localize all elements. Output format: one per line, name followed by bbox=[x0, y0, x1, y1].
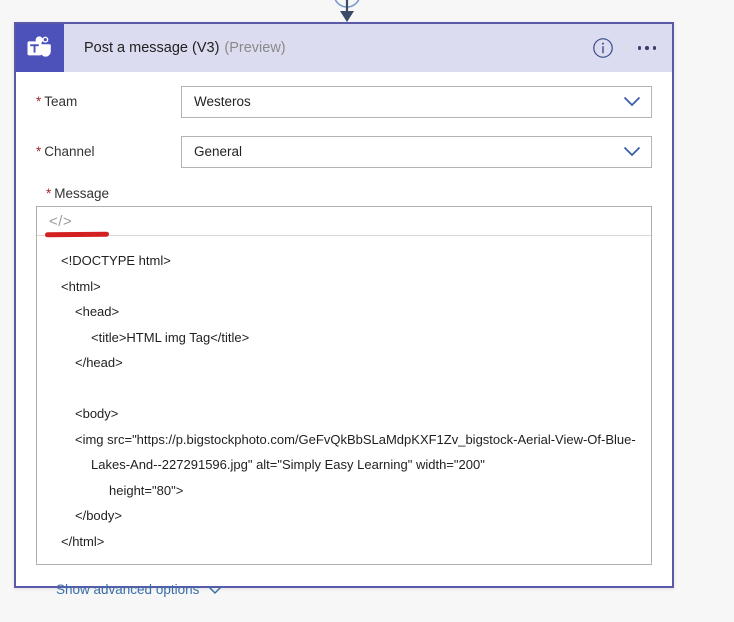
message-section: * Message </> <!DOCTYPE html> <html> <head>… bbox=[16, 186, 672, 565]
code-line: height="80"> bbox=[109, 482, 184, 498]
message-code-area[interactable]: <!DOCTYPE html> <html> <head> <title>HTML i… bbox=[37, 236, 651, 564]
more-options-button[interactable] bbox=[630, 33, 664, 63]
card-body: * Team Westeros * Channel General * Mess… bbox=[16, 81, 672, 599]
header-title-group: Post a message (V3) (Preview) bbox=[64, 40, 588, 56]
code-line: </body> bbox=[75, 508, 122, 523]
code-line: <body> bbox=[75, 406, 119, 421]
team-dropdown[interactable]: Westeros bbox=[181, 85, 652, 118]
editor-toolbar: </> bbox=[37, 207, 651, 236]
chevron-down-icon bbox=[623, 146, 641, 157]
team-field-label: * Team bbox=[36, 94, 181, 109]
chevron-down-icon bbox=[208, 585, 223, 594]
code-line: </head> bbox=[75, 355, 123, 370]
red-underline-mark bbox=[44, 231, 110, 238]
message-editor: </> <!DOCTYPE html> <html> <head> <title>HT… bbox=[36, 206, 652, 565]
card-footer: Show advanced options bbox=[16, 581, 672, 599]
team-selected-value: Westeros bbox=[194, 94, 251, 109]
code-line: <img src="https://p.bigstockphoto.com/Ge… bbox=[75, 431, 636, 473]
code-line: <head> bbox=[75, 304, 120, 319]
show-advanced-options-label: Show advanced options bbox=[56, 582, 200, 597]
code-view-icon[interactable]: </> bbox=[49, 213, 72, 230]
microsoft-teams-icon bbox=[27, 36, 51, 57]
required-marker: * bbox=[46, 186, 52, 201]
code-line: <title>HTML img Tag</title> bbox=[91, 329, 250, 345]
app-icon-tile bbox=[16, 24, 64, 72]
ellipsis-icon bbox=[652, 46, 657, 50]
ellipsis-icon bbox=[645, 46, 649, 50]
channel-field-row: * Channel General bbox=[16, 131, 672, 172]
info-button[interactable] bbox=[588, 33, 618, 63]
show-advanced-options-link[interactable]: Show advanced options bbox=[56, 582, 223, 597]
channel-selected-value: General bbox=[194, 144, 243, 159]
required-marker: * bbox=[36, 144, 42, 159]
code-line: </html> bbox=[61, 533, 105, 549]
team-label-text: Team bbox=[44, 94, 78, 109]
channel-label-text: Channel bbox=[44, 144, 95, 159]
required-marker: * bbox=[36, 94, 42, 109]
preview-badge: (Preview) bbox=[224, 40, 286, 56]
flow-connector bbox=[334, 0, 360, 22]
card-header[interactable]: Post a message (V3) (Preview) bbox=[16, 24, 672, 72]
team-field-row: * Team Westeros bbox=[16, 81, 672, 122]
page-title: Post a message (V3) bbox=[84, 40, 220, 56]
info-circle-icon bbox=[593, 38, 613, 58]
code-line: <!DOCTYPE html> bbox=[61, 253, 171, 268]
down-arrow-icon bbox=[340, 11, 354, 22]
message-label-text: Message bbox=[54, 186, 110, 201]
code-line: <html> bbox=[61, 278, 101, 294]
ellipsis-icon bbox=[637, 46, 642, 50]
message-field-label: * Message bbox=[46, 186, 652, 201]
post-a-message-action-card: Post a message (V3) (Preview) * Team West… bbox=[14, 22, 674, 597]
chevron-down-icon bbox=[623, 96, 641, 107]
channel-field-label: * Channel bbox=[36, 144, 181, 159]
channel-dropdown[interactable]: General bbox=[181, 135, 652, 168]
